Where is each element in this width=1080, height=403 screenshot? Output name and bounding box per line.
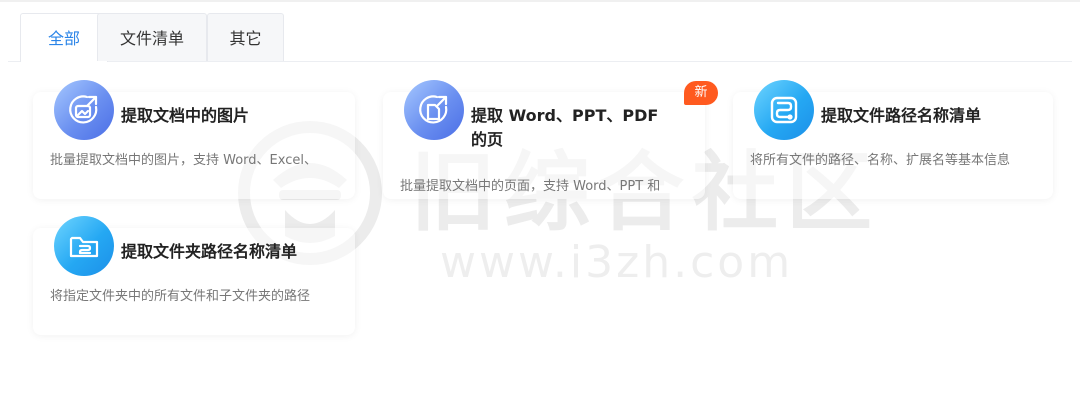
tool-card-folder-path-list[interactable]: 提取文件夹路径名称清单 将指定文件夹中的所有文件和子文件夹的路径: [33, 216, 355, 335]
card-description: 将指定文件夹中的所有文件和子文件夹的路径: [50, 289, 311, 304]
category-tabs: 全部 文件清单 其它: [8, 13, 1072, 62]
tab-other[interactable]: 其它: [207, 13, 284, 61]
card-description: 批量提取文档中的页面，支持 Word、PPT 和: [400, 179, 661, 194]
card-title: 提取文件夹路径名称清单: [121, 242, 298, 261]
tool-card-file-path-list[interactable]: 提取文件路径名称清单 将所有文件的路径、名称、扩展名等基本信息: [733, 80, 1053, 199]
tab-file-list[interactable]: 文件清单: [97, 13, 207, 61]
watermark-url: www.i3zh.com: [440, 237, 794, 288]
page-extract-icon: [404, 80, 464, 140]
new-badge: 新: [684, 81, 718, 105]
card-title: 提取文件路径名称清单: [821, 106, 982, 125]
top-divider: [0, 0, 1080, 2]
tool-card-extract-images[interactable]: 提取文档中的图片 批量提取文档中的图片，支持 Word、Excel、: [33, 80, 355, 199]
path-list-icon: [754, 80, 814, 140]
tool-card-extract-pages[interactable]: 提取 Word、PPT、PDF 的页 批量提取文档中的页面，支持 Word、PP…: [383, 80, 718, 199]
card-description: 批量提取文档中的图片，支持 Word、Excel、: [50, 153, 317, 168]
folder-path-icon: [54, 216, 114, 276]
card-description: 将所有文件的路径、名称、扩展名等基本信息: [750, 153, 1011, 168]
card-title: 提取文档中的图片: [121, 106, 250, 125]
image-extract-icon: [54, 80, 114, 140]
tab-all[interactable]: 全部: [20, 13, 108, 62]
card-title: 提取 Word、PPT、PDF 的页: [471, 106, 659, 149]
